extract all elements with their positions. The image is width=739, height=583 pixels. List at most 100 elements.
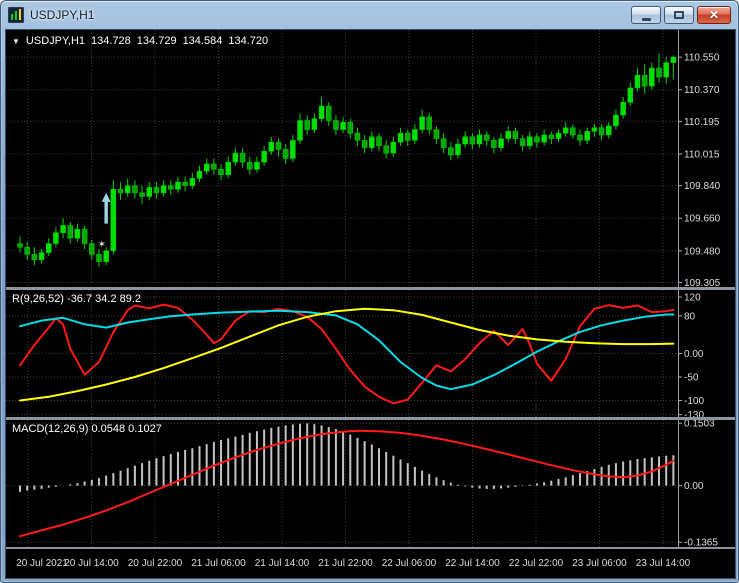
time-axis-label[interactable]: 20 Jul 2021 <box>16 558 68 569</box>
candle-body <box>476 134 483 145</box>
candle-body <box>584 131 590 141</box>
ohlc-low: 134.584 <box>182 35 223 47</box>
time-axis-label[interactable]: 21 Jul 14:00 <box>255 558 310 569</box>
candle-body <box>455 143 461 156</box>
candle-body <box>211 163 217 170</box>
candle-body <box>81 228 88 244</box>
time-axis-label[interactable]: 23 Jul 14:00 <box>636 558 691 569</box>
candle-body <box>598 127 605 136</box>
candle-body <box>376 136 382 147</box>
candle-body <box>218 169 224 176</box>
maximize-button[interactable] <box>664 6 694 24</box>
candle-body <box>347 122 354 134</box>
close-icon: ✕ <box>708 8 720 22</box>
minimize-button[interactable] <box>631 6 661 24</box>
candle-body <box>591 127 598 132</box>
candle-body <box>96 254 102 262</box>
maximize-icon <box>674 11 684 19</box>
candle-body <box>404 132 411 141</box>
candle-body <box>318 105 325 119</box>
indicator-axis-label[interactable]: 0.00 <box>684 481 704 492</box>
candle-body <box>297 120 303 141</box>
titlebar[interactable]: USDJPY,H1 ✕ <box>1 1 738 29</box>
indicator-axis-label[interactable]: -100 <box>684 396 704 407</box>
candle-body <box>397 132 404 143</box>
candle-body <box>519 138 526 147</box>
candle-body <box>570 127 576 136</box>
candle-body <box>182 181 188 186</box>
price-axis-label[interactable]: 110.550 <box>684 53 720 64</box>
indicator-axis-label[interactable]: -50 <box>684 373 699 384</box>
close-button[interactable]: ✕ <box>697 6 731 24</box>
candle-body <box>275 141 282 150</box>
pane-divider[interactable] <box>6 287 735 290</box>
candle-body <box>254 161 260 170</box>
candle-body <box>168 185 174 190</box>
candle-body <box>541 134 547 143</box>
candle-body <box>325 105 332 121</box>
time-axis-label[interactable]: 21 Jul 22:00 <box>318 558 373 569</box>
candle-body <box>354 132 361 141</box>
indicator-axis-label[interactable]: 80 <box>684 311 696 322</box>
ohlc-open: 134.728 <box>91 35 131 47</box>
candle-body <box>146 187 152 197</box>
candle-body <box>132 185 138 194</box>
time-axis-label[interactable]: 20 Jul 22:00 <box>128 558 183 569</box>
time-axis-label[interactable]: 22 Jul 14:00 <box>445 558 500 569</box>
candle-body <box>160 185 167 194</box>
price-axis-label[interactable]: 110.370 <box>684 85 720 96</box>
chart-window: USDJPY,H1 ✕ ✶ 110.550 110.370 110.195 110.01… <box>0 0 739 583</box>
chart-client-area[interactable]: ✶ 110.550 110.370 110.195 110.015 109.840 109.… <box>5 29 736 579</box>
ohlc-close: 134.720 <box>228 35 269 47</box>
time-axis-label[interactable]: 22 Jul 22:00 <box>509 558 564 569</box>
candle-body <box>390 141 397 154</box>
candle-body <box>419 116 425 130</box>
indicator-axis-label[interactable]: 0.00 <box>684 349 704 360</box>
candle-body <box>426 116 433 130</box>
up-arrow-marker[interactable] <box>101 192 111 224</box>
candle-body <box>196 170 203 179</box>
candle-body <box>124 185 131 194</box>
price-axis-label[interactable]: 109.840 <box>684 181 721 192</box>
price-axis-label[interactable]: 110.195 <box>684 117 720 128</box>
indicator-axis-label[interactable]: 0.1503 <box>684 419 715 430</box>
candle-body <box>512 131 519 139</box>
candle-body <box>311 118 318 130</box>
price-axis-label[interactable]: 109.660 <box>684 214 721 225</box>
price-axis-label[interactable]: 109.480 <box>684 246 721 257</box>
time-axis-label[interactable]: 20 Jul 14:00 <box>64 558 119 569</box>
candle-body <box>606 125 612 136</box>
candle-body <box>527 136 533 147</box>
candle-body <box>641 74 648 87</box>
pane-divider[interactable] <box>6 547 735 549</box>
candle-body <box>433 129 440 139</box>
indicator-axis-label[interactable]: 120 <box>684 293 701 304</box>
candle-body <box>268 141 275 152</box>
candle-body <box>53 232 59 244</box>
candle-body <box>38 252 45 261</box>
candle-body <box>175 181 181 190</box>
candle-body <box>17 243 23 248</box>
price-axis-label[interactable]: 110.015 <box>684 149 720 160</box>
candle-body <box>483 134 490 141</box>
oscillator-header: R(9,26,52) -36.7 34.2 89.2 <box>12 293 142 305</box>
star-marker[interactable]: ✶ <box>98 240 106 251</box>
candle-body <box>498 138 504 148</box>
time-axis-label[interactable]: 22 Jul 06:00 <box>382 558 437 569</box>
candle-body <box>469 136 476 145</box>
candle-body <box>60 225 66 233</box>
candle-body <box>548 134 555 139</box>
candle-body <box>534 136 540 143</box>
pane-divider[interactable] <box>6 417 735 420</box>
candle-body <box>562 127 569 134</box>
candle-body <box>74 228 81 239</box>
candle-body <box>620 102 626 116</box>
candle-body <box>282 149 289 159</box>
candle-body <box>369 136 375 148</box>
candle-body <box>383 145 389 154</box>
candle-body <box>491 140 497 148</box>
candle-body <box>333 120 339 130</box>
symbol-dropdown-icon[interactable]: ▼ <box>12 37 20 46</box>
time-axis-label[interactable]: 21 Jul 06:00 <box>191 558 246 569</box>
time-axis-label[interactable]: 23 Jul 06:00 <box>572 558 627 569</box>
